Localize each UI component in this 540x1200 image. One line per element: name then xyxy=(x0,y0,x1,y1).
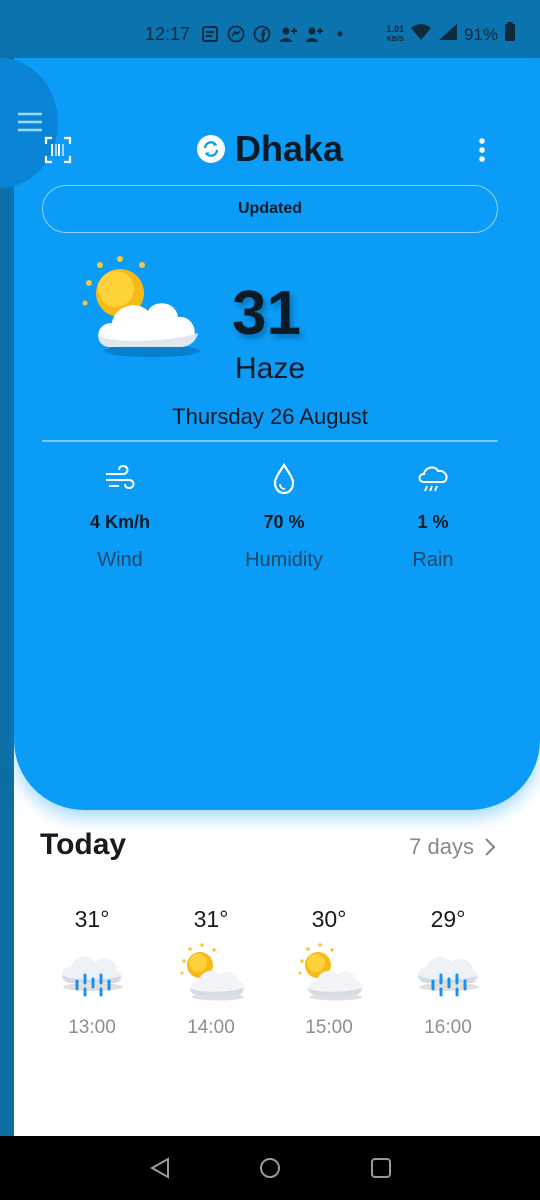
hourly-temp: 29° xyxy=(430,906,466,932)
city-name: Dhaka xyxy=(234,128,344,169)
hourly-temp: 31° xyxy=(74,906,110,932)
battery-percent: 91% xyxy=(463,24,498,44)
home-icon[interactable] xyxy=(258,1156,282,1180)
wind-icon xyxy=(106,464,135,490)
rain-cloud-icon xyxy=(62,956,123,997)
rain-value: 1 % xyxy=(417,512,449,532)
more-options-icon[interactable] xyxy=(474,136,490,164)
partly-cloudy-icon xyxy=(298,943,362,1001)
speed-value: 1.01 xyxy=(386,24,404,34)
hourly-time: 16:00 xyxy=(424,1017,472,1038)
back-icon[interactable] xyxy=(148,1156,172,1180)
weather-card xyxy=(14,58,540,810)
battery-icon xyxy=(504,22,516,47)
city-header: Dhaka xyxy=(0,128,540,170)
add-person-icon xyxy=(304,24,324,44)
wifi-icon xyxy=(410,23,432,46)
status-right: 1.01 KB/S 91% xyxy=(386,22,516,47)
hourly-time: 15:00 xyxy=(305,1017,353,1038)
wind-label: Wind xyxy=(97,549,143,571)
status-time: 12:17 xyxy=(145,24,191,44)
today-title: Today xyxy=(40,828,127,861)
status-bar: 12:17 1.01 KB/S 91% xyxy=(0,0,540,58)
chevron-right-icon xyxy=(485,838,496,856)
current-temperature: 31 xyxy=(232,279,301,348)
hourly-time: 13:00 xyxy=(68,1017,116,1038)
rain-cloud-icon xyxy=(418,956,479,997)
signal-icon xyxy=(438,23,458,46)
messenger-icon xyxy=(226,24,246,44)
notification-icons xyxy=(200,24,350,44)
partly-cloudy-icon xyxy=(180,943,244,1001)
wind-value: 4 Km/h xyxy=(89,512,150,532)
hourly-item[interactable]: 31° 14:00 xyxy=(161,906,261,1039)
hourly-item[interactable]: 30° 15:00 xyxy=(279,906,379,1039)
partly-cloudy-icon xyxy=(80,255,205,360)
navigation-bar xyxy=(0,1136,540,1200)
rain-icon xyxy=(418,466,448,492)
weather-condition: Haze xyxy=(234,352,306,385)
facebook-icon xyxy=(252,24,272,44)
divider xyxy=(42,440,498,442)
humidity-value: 70 % xyxy=(263,512,305,532)
refresh-icon[interactable] xyxy=(196,135,225,163)
hourly-item[interactable]: 31° 13:00 xyxy=(42,906,142,1039)
hourly-time: 14:00 xyxy=(187,1017,235,1038)
updated-status: Updated xyxy=(42,185,498,233)
current-date: Thursday 26 August xyxy=(172,404,368,429)
recents-icon[interactable] xyxy=(369,1156,393,1180)
speed-unit: KB/S xyxy=(386,36,404,43)
dot-icon xyxy=(330,24,350,44)
hourly-temp: 31° xyxy=(193,906,229,932)
rain-label: Rain xyxy=(412,549,454,571)
humidity-label: Humidity xyxy=(245,549,323,571)
add-person-icon xyxy=(278,24,298,44)
stat-humidity: 70 % Humidity xyxy=(204,462,364,572)
humidity-icon xyxy=(273,462,295,495)
hourly-temp: 30° xyxy=(311,906,347,932)
network-speed: 1.01 KB/S xyxy=(386,25,404,44)
hourly-item[interactable]: 29° 16:00 xyxy=(398,906,498,1039)
stat-rain: 1 % Rain xyxy=(353,462,513,572)
seven-days-link[interactable]: 7 days xyxy=(409,834,496,860)
seven-days-label: 7 days xyxy=(409,834,474,859)
notes-icon xyxy=(200,24,220,44)
stat-wind: 4 Km/h Wind xyxy=(40,462,200,572)
